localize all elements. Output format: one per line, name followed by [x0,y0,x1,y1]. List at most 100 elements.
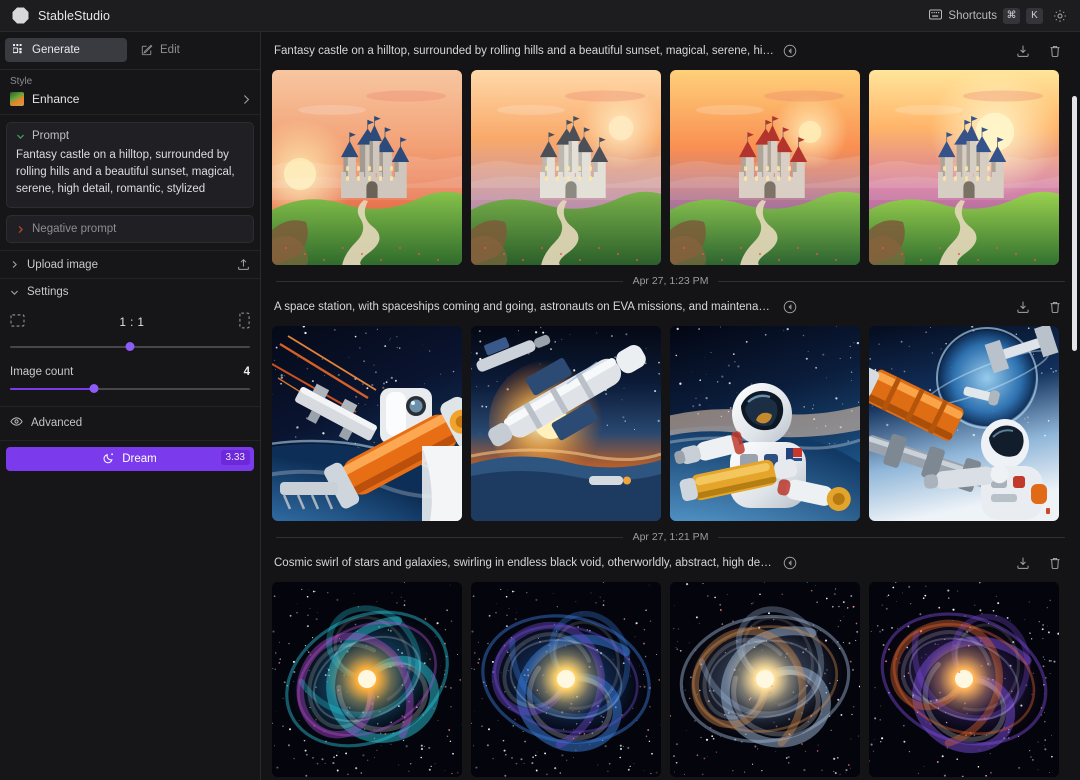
main-scrollbar[interactable] [1072,96,1077,351]
eye-icon [10,416,23,430]
settings-label: Settings [27,286,69,298]
divider-line [718,281,1065,282]
image-count-row: Image count 4 [10,358,250,380]
prompt-section: Prompt Fantasy castle on a hilltop, surr… [0,115,260,250]
generation-group: Fantasy castle on a hilltop, surrounded … [272,32,1069,288]
style-section-label: Style [0,70,260,88]
restore-prompt-icon[interactable] [783,44,797,58]
trash-icon[interactable] [1045,297,1065,317]
image-count-value: 4 [244,366,250,378]
image-grid [272,70,1069,265]
image-grid [272,582,1069,777]
advanced-row[interactable]: Advanced [0,406,260,440]
dream-button[interactable]: Dream 3.33 [6,447,254,471]
upload-icon[interactable] [237,258,250,271]
style-value: Enhance [32,92,79,106]
shortcut-key-cmd: ⌘ [1003,8,1020,24]
chevron-down-icon[interactable] [16,132,25,141]
group-prompt-text: A space station, with spaceships coming … [274,301,774,313]
aspect-ratio-value: 1 : 1 [120,317,145,329]
brand[interactable]: StableStudio [12,7,110,24]
group-header: Cosmic swirl of stars and galaxies, swir… [272,553,1069,582]
divider-line [718,537,1065,538]
history-scroller: Fantasy castle on a hilltop, surrounded … [261,32,1080,777]
generated-image[interactable] [471,582,661,777]
generated-image[interactable] [272,326,462,521]
group-actions [1013,297,1065,317]
group-timestamp: Apr 27, 1:21 PM [633,531,709,543]
group-prompt-text: Fantasy castle on a hilltop, surrounded … [274,45,774,57]
tab-edit-label: Edit [160,44,180,56]
app-body: Generate Edit Style Enhance [0,32,1080,780]
timestamp-divider: Apr 27, 1:23 PM [272,265,1069,288]
restore-prompt-icon[interactable] [783,300,797,314]
upload-image-label: Upload image [27,259,98,271]
group-header: Fantasy castle on a hilltop, surrounded … [272,41,1069,70]
generated-image[interactable] [869,326,1059,521]
generation-history: Fantasy castle on a hilltop, surrounded … [261,32,1080,780]
trash-icon[interactable] [1045,41,1065,61]
octagon-logo-icon [12,7,29,24]
dream-button-label: Dream [122,453,157,465]
settings-body: 1 : 1 Image count 4 [0,302,260,400]
moon-sparkle-icon [103,452,115,467]
group-timestamp: Apr 27, 1:23 PM [633,275,709,287]
download-icon[interactable] [1013,553,1033,573]
chevron-right-icon [242,94,251,105]
style-thumbnail-icon [10,92,24,106]
app-title: StableStudio [38,9,110,23]
trash-icon[interactable] [1045,553,1065,573]
prompt-header: Prompt [16,130,244,142]
chevron-down-icon [10,288,19,297]
tab-edit[interactable]: Edit [133,38,255,62]
timestamp-divider: Apr 27, 1:21 PM [272,521,1069,544]
generated-image[interactable] [272,582,462,777]
dream-cost-badge: 3.33 [221,450,250,465]
tab-generate[interactable]: Generate [5,38,127,62]
image-count-slider[interactable] [10,382,250,396]
stablestudio-app: StableStudio Shortcuts ⌘ K [0,0,1080,780]
divider-line [276,281,623,282]
group-prompt-text: Cosmic swirl of stars and galaxies, swir… [274,557,774,569]
landscape-frame-icon[interactable] [10,314,25,332]
chevron-right-icon[interactable] [16,225,25,234]
download-icon[interactable] [1013,297,1033,317]
generated-image[interactable] [471,326,661,521]
keyboard-icon [929,9,942,23]
pencil-square-icon [141,44,153,56]
group-header: A space station, with spaceships coming … [272,297,1069,326]
aspect-ratio-slider[interactable] [10,340,250,354]
prompt-input[interactable]: Fantasy castle on a hilltop, surrounded … [16,147,244,198]
generated-image[interactable] [670,70,860,265]
dream-button-content: Dream [103,452,157,467]
prompt-panel[interactable]: Prompt Fantasy castle on a hilltop, surr… [6,122,254,208]
gear-icon[interactable] [1050,6,1070,26]
style-section: Style Enhance [0,70,260,115]
generated-image[interactable] [869,70,1059,265]
aspect-ratio-row: 1 : 1 [10,306,250,338]
generated-image[interactable] [272,70,462,265]
sidebar: Generate Edit Style Enhance [0,32,261,780]
generated-image[interactable] [869,582,1059,777]
advanced-label: Advanced [31,417,82,429]
top-bar-right: Shortcuts ⌘ K [929,6,1070,26]
grid-dots-icon [13,44,25,56]
slider-knob[interactable] [90,384,99,393]
generation-group: Cosmic swirl of stars and galaxies, swir… [272,544,1069,777]
group-actions [1013,553,1065,573]
download-icon[interactable] [1013,41,1033,61]
slider-fill [10,388,94,390]
generated-image[interactable] [670,326,860,521]
generated-image[interactable] [670,582,860,777]
portrait-frame-icon[interactable] [239,312,250,334]
negative-prompt-label: Negative prompt [32,223,116,235]
negative-prompt-panel[interactable]: Negative prompt [6,215,254,243]
generated-image[interactable] [471,70,661,265]
shortcuts-button[interactable]: Shortcuts ⌘ K [929,8,1043,24]
upload-image-row[interactable]: Upload image [0,250,260,278]
slider-knob[interactable] [126,342,135,351]
settings-row[interactable]: Settings [0,278,260,302]
shortcuts-label: Shortcuts [948,10,997,22]
restore-prompt-icon[interactable] [783,556,797,570]
style-selector[interactable]: Enhance [0,88,260,114]
